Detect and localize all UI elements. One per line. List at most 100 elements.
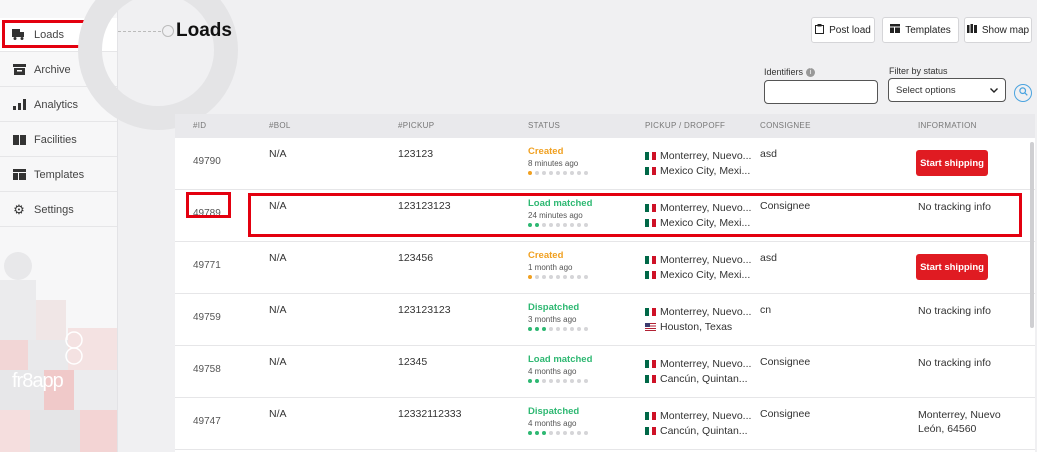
table-scrollbar[interactable] [1030,142,1034,328]
progress-dot [549,275,553,279]
progress-dot [584,327,588,331]
column-header-bol[interactable]: #BOL [269,121,291,130]
progress-dot [570,379,574,383]
post-load-button[interactable]: Post load [811,17,875,43]
status-time: 3 months ago [528,315,577,324]
column-header-pickup-dropoff[interactable]: PICKUP / DROPOFF [645,121,725,130]
progress-dot [535,327,539,331]
mx-flag-icon [645,374,657,383]
status-label: Load matched [528,354,593,365]
column-header-pickup[interactable]: #PICKUP [398,121,434,130]
progress-dot [542,379,546,383]
column-header-information[interactable]: INFORMATION [918,121,977,130]
warehouse-icon [12,133,26,147]
mx-flag-icon [645,270,657,279]
status-label: Created [528,146,564,157]
progress-dot [549,327,553,331]
show-map-button[interactable]: Show map [964,17,1032,43]
sidebar-item-label: Archive [34,63,71,76]
bol-cell: N/A [269,408,287,420]
progress-dot [549,431,553,435]
table-row[interactable]: 49771 N/A 123456 Created 1 month ago Monterre… [175,242,1035,294]
dropoff-location: Mexico City, Mexi... [645,215,751,230]
progress-dot [556,431,560,435]
status-cell: Dispatched 3 months ago [528,302,588,331]
table-row[interactable]: 49758 N/A 12345 Load matched 4 months ago Mon… [175,346,1035,398]
progress-dot [542,223,546,227]
mx-flag-icon [645,307,657,316]
pickup-location-text: Monterrey, Nuevo... [660,357,752,370]
progress-dot [528,379,532,383]
route-cell: Monterrey, Nuevo... Cancún, Quintan... [645,408,751,438]
dropoff-location-text: Mexico City, Mexi... [660,216,751,229]
table-row[interactable]: 49790 N/A 123123 Created 8 minutes ago Monter… [175,138,1035,190]
mx-flag-icon [645,151,657,160]
load-id[interactable]: 49758 [193,364,221,375]
route-cell: Monterrey, Nuevo... Houston, Texas [645,304,751,334]
status-label: Dispatched [528,406,580,417]
dropoff-location-text: Cancún, Quintan... [660,424,748,437]
templates-button[interactable]: Templates [882,17,959,43]
map-icon [966,24,977,36]
progress-dot [549,379,553,383]
start-shipping-button[interactable]: Start shipping [916,150,988,176]
progress-dot [528,327,532,331]
pickup-location: Monterrey, Nuevo... [645,148,751,163]
progress-dot [563,223,567,227]
pickup-location: Monterrey, Nuevo... [645,252,751,267]
search-button[interactable] [1014,84,1032,102]
progress-dot [542,431,546,435]
load-id[interactable]: 49759 [193,312,221,323]
progress-dot [584,223,588,227]
progress-dot [535,223,539,227]
sidebar-item-templates[interactable]: Templates [0,158,117,192]
table-header: #ID #BOL #PICKUP STATUS PICKUP / DROPOFF… [175,114,1035,138]
progress-dot [563,275,567,279]
load-id[interactable]: 49747 [193,416,221,427]
column-header-status[interactable]: STATUS [528,121,560,130]
progress-dot [556,171,560,175]
pickup-location: Monterrey, Nuevo... [645,356,751,371]
dropoff-location-text: Mexico City, Mexi... [660,268,751,281]
table-row[interactable]: 49789 N/A 123123123 Load matched 24 minutes … [175,190,1035,242]
pickup-number-cell: 123456 [398,252,434,264]
status-label: Load matched [528,198,593,209]
load-id[interactable]: 49771 [193,260,221,271]
pickup-number-cell: 123123 [398,148,434,160]
progress-dot [542,275,546,279]
column-header-id[interactable]: #ID [193,121,206,130]
table-row[interactable]: 49759 N/A 123123123 Dispatched 3 months ago M… [175,294,1035,346]
status-progress [528,327,588,331]
status-time: 4 months ago [528,367,577,376]
progress-dot [577,171,581,175]
progress-dot [577,431,581,435]
table-row[interactable]: 49747 N/A 12332112333 Dispatched 4 months ag… [175,398,1035,450]
status-progress [528,275,588,279]
column-header-consignee[interactable]: CONSIGNEE [760,121,811,130]
status-time: 4 months ago [528,419,577,428]
progress-dot [535,431,539,435]
status-progress [528,431,588,435]
identifiers-label: Identifiers i [764,67,816,77]
sidebar-item-facilities[interactable]: Facilities [0,123,117,157]
pickup-number-cell: 123123123 [398,200,451,212]
progress-dot [549,223,553,227]
route-cell: Monterrey, Nuevo... Cancún, Quintan... [645,356,751,386]
mx-flag-icon [645,218,657,227]
identifiers-input[interactable] [764,80,878,104]
bol-cell: N/A [269,200,287,212]
progress-dot [542,327,546,331]
us-flag-icon [645,322,656,331]
post-load-label: Post load [829,24,871,36]
status-filter-select[interactable]: Select options [888,78,1006,102]
info-icon[interactable]: i [806,67,816,77]
progress-dot [570,223,574,227]
start-shipping-button[interactable]: Start shipping [916,254,988,280]
progress-dot [556,275,560,279]
pickup-number-cell: 123123123 [398,304,451,316]
pickup-location: Monterrey, Nuevo... [645,408,751,423]
load-id[interactable]: 49790 [193,156,221,167]
load-id[interactable]: 49789 [193,208,221,219]
progress-dot [535,171,539,175]
sidebar-item-settings[interactable]: ⚙ Settings [0,193,117,227]
